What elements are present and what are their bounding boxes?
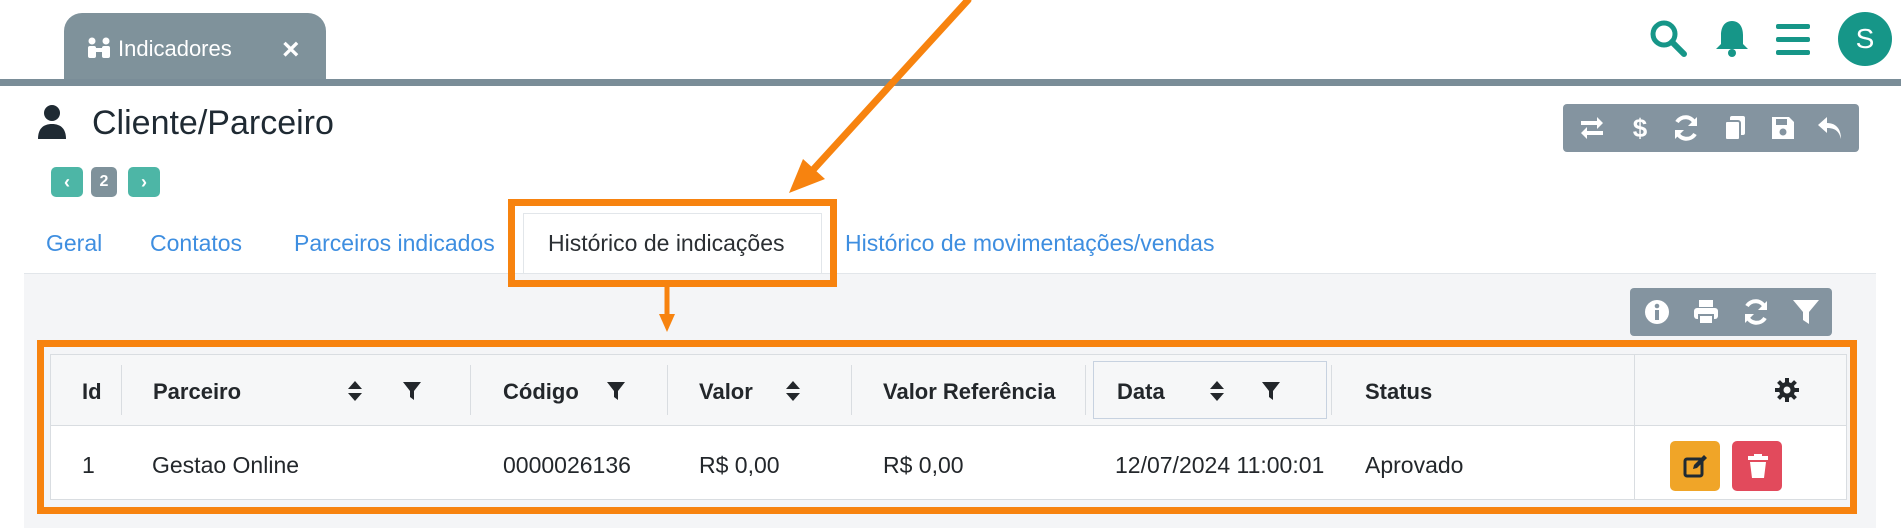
save-icon[interactable] [1768, 113, 1798, 143]
tab-parceiros-indicados[interactable]: Parceiros indicados [294, 230, 495, 257]
undo-icon[interactable] [1815, 113, 1845, 143]
header-toolbar: $ [1563, 104, 1859, 152]
pager-page-indicator: 2 [91, 167, 117, 197]
table-toolbar [1630, 288, 1832, 336]
app-tab-label: Indicadores [118, 36, 232, 61]
avatar[interactable]: S [1838, 12, 1892, 66]
handshake-icon [88, 37, 110, 58]
tab-contatos[interactable]: Contatos [150, 230, 242, 257]
menu-icon[interactable] [1773, 20, 1813, 60]
tab-geral[interactable]: Geral [46, 230, 102, 257]
top-bar: Indicadores × S [0, 0, 1901, 84]
filter-icon[interactable] [1791, 297, 1821, 327]
retweet-icon[interactable] [1577, 113, 1607, 143]
tab-historico-movimentacoes[interactable]: Histórico de movimentações/vendas [845, 230, 1214, 257]
top-divider [0, 79, 1901, 86]
dollar-icon[interactable]: $ [1625, 113, 1655, 143]
annotation-tab-highlight [508, 199, 837, 287]
info-icon[interactable] [1642, 297, 1672, 327]
app-tab-indicadores[interactable]: Indicadores × [64, 13, 326, 83]
close-icon[interactable]: × [282, 35, 300, 65]
refresh-icon[interactable] [1671, 113, 1701, 143]
svg-text:$: $ [1633, 113, 1648, 143]
copy-icon[interactable] [1720, 113, 1750, 143]
bell-icon[interactable] [1712, 18, 1752, 58]
user-icon [38, 105, 66, 139]
print-icon[interactable] [1691, 297, 1721, 327]
refresh-icon[interactable] [1741, 297, 1771, 327]
pager-next-button[interactable]: › [128, 167, 160, 197]
page-title: Cliente/Parceiro [92, 104, 334, 142]
search-icon[interactable] [1648, 18, 1688, 58]
pager-prev-button[interactable]: ‹ [51, 167, 83, 197]
annotation-table-highlight [37, 340, 1857, 514]
